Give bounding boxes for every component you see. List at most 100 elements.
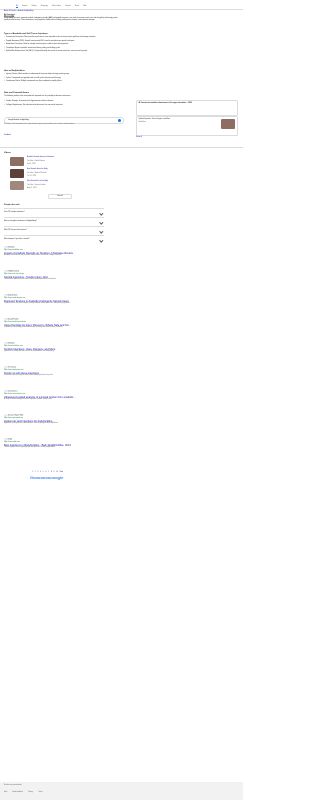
ai-feedback-link[interactable]: Feedback	[4, 135, 11, 137]
result-site: Healthline	[7, 247, 15, 249]
ai-side-source-title: Synthol Injections: Uses, Dangers, and M…	[138, 118, 171, 120]
section-harms-list: Cardiac Damage: Increased risk of hypert…	[4, 101, 122, 107]
site-favicon	[4, 318, 7, 321]
tab-short-videos[interactable]: Short videos	[52, 5, 61, 8]
paa-question-text: What PIP do you feel soreness?	[4, 229, 27, 231]
send-icon[interactable]	[118, 119, 121, 122]
video-thumbnail[interactable]	[10, 169, 24, 178]
followup-search-input[interactable]: Google Anabolic bodybuilding	[8, 120, 29, 122]
list-item: Nandrolone Decanoate: Used for strength …	[4, 44, 122, 46]
footer-link-privacy[interactable]: Privacy	[28, 792, 33, 794]
result-site: The Doctors	[7, 367, 17, 369]
pagination-pages: 1 2 3 4 5 6 7 8 9 10 Next	[32, 472, 63, 473]
page-link[interactable]: 8	[51, 472, 52, 473]
list-item: Combination Stacks: Multiple compounds a…	[4, 81, 122, 83]
paa-list: Does PIP needle numbness? How to strengt…	[4, 208, 104, 244]
list-item: Cycles: Compounds are typically used in …	[4, 78, 122, 80]
paa-title: People also ask	[4, 204, 20, 206]
ai-overview-label: AI Overview	[4, 14, 15, 16]
video-date: Feb 3, 2024	[27, 163, 36, 165]
paa-question[interactable]: What PIP do you feel soreness?	[4, 226, 104, 235]
chevron-down-icon	[99, 238, 104, 242]
video-thumbnail[interactable]	[10, 157, 24, 166]
search-result: Medical News https://www.medicalnews.com…	[4, 294, 124, 305]
tab-videos[interactable]: Videos	[31, 5, 36, 8]
result-snippet: Local steroid injections have been linke…	[4, 279, 57, 281]
tab-forums[interactable]: Forums	[65, 5, 71, 8]
result-site: Reddit	[7, 439, 13, 441]
ai-overview-paragraph: Bodybuilding injections, primarily anabo…	[4, 18, 118, 22]
video-date: Oct 12, 2023	[27, 175, 37, 177]
result-site: Medical News	[7, 295, 18, 297]
result-snippet: Soft tissue injections may be used to tr…	[4, 375, 54, 377]
site-favicon	[4, 414, 7, 417]
chevron-down-icon	[99, 220, 104, 224]
next-page-link[interactable]: Next	[60, 472, 63, 473]
tab-shopping[interactable]: Shopping	[41, 5, 48, 8]
page-link[interactable]: 6	[45, 472, 46, 473]
page-link[interactable]: 4	[40, 472, 41, 473]
page-link[interactable]: 2	[35, 472, 36, 473]
footer-link-terms[interactable]: Terms	[38, 792, 42, 794]
tab-news[interactable]: News	[75, 5, 79, 8]
page-link[interactable]: 7	[48, 472, 49, 473]
result-snippet: Synthol is an oil injected into muscles …	[4, 351, 55, 353]
search-tabs: All Images Videos Shopping Short videos …	[16, 5, 87, 8]
list-item: Testosterone Derivatives: Most used for …	[4, 37, 122, 39]
paa-question-text: Does PIP needle numbness?	[4, 211, 25, 213]
list-item: Injection Routes: Most steroids are admi…	[4, 74, 122, 76]
footer-location: Results are personalized	[4, 785, 22, 786]
page-link[interactable]: 10	[56, 472, 58, 473]
pagination-logo-text: Goooooooooogle	[30, 475, 64, 480]
page-link[interactable]: 3	[37, 472, 38, 473]
video-title[interactable]: What Steroids Do to the Body	[27, 181, 97, 183]
google-logo[interactable]: Google	[4, 4, 14, 18]
site-favicon	[4, 270, 7, 273]
show-all-link[interactable]: Show all	[136, 137, 142, 139]
result-site: Journal of Sports Med	[7, 415, 24, 417]
paa-question[interactable]: How to strengthen numbness of bodybuildi…	[4, 217, 104, 226]
section-how-list: Injection Routes: Most steroids are admi…	[4, 74, 122, 83]
videos-title: Videos	[4, 152, 11, 154]
footer-link-feedback[interactable]: Send feedback	[12, 792, 23, 794]
tab-all[interactable]: All	[16, 5, 18, 8]
result-snippet: Community discussion regarding injection…	[4, 447, 56, 449]
site-favicon	[4, 246, 7, 249]
tab-web[interactable]: Web	[83, 5, 86, 8]
paa-question[interactable]: What happens if you take a steroid?	[4, 235, 104, 244]
video-title[interactable]: How Steroids Harm the Body	[27, 169, 97, 171]
ai-disclaimer: Disclaimer: This information is for educ…	[4, 124, 75, 125]
search-result: Healthline https://www.healthline.com Sy…	[4, 342, 124, 353]
section-harms-text: The following outlines risks associated …	[4, 96, 71, 97]
page-link[interactable]: 9	[54, 472, 55, 473]
search-result: The Doctors https://www.thedoctors.com T…	[4, 366, 124, 377]
search-result: Reddit https://www.reddit.com Best Injec…	[4, 438, 124, 449]
video-thumbnail[interactable]	[10, 181, 24, 190]
section-types-title: Types of Anabolic and Self-Tissue Inject…	[4, 33, 48, 35]
ai-side-source-card[interactable]: Synthol Injections: Uses, Dangers, and M…	[136, 116, 238, 136]
footer-link-help[interactable]: Help	[4, 792, 7, 794]
result-site: Harvard Health	[7, 319, 19, 321]
search-result: ScienceDirect https://www.sciencedirect.…	[4, 390, 124, 401]
tab-images[interactable]: Images	[22, 5, 28, 8]
ai-side-card[interactable]: AI Overview for anabolic enhancement of …	[136, 100, 238, 116]
section-types-list: Testosterone Derivatives: Most used for …	[4, 37, 122, 54]
list-item: Cardiac Damage: Increased risk of hypert…	[4, 101, 122, 103]
paa-question[interactable]: Does PIP needle numbness?	[4, 208, 104, 217]
followup-search-bar[interactable]: Google Anabolic bodybuilding	[4, 117, 124, 124]
video-title[interactable]: Anabolic Steroids Injection Techniques	[27, 157, 97, 159]
result-snippet: Anabolic steroid abuse may increase tend…	[4, 255, 62, 257]
list-item: Peptide Hormones (PED): Growth hormone a…	[4, 41, 122, 43]
result-site: Healthline	[7, 343, 15, 345]
page-link[interactable]: 5	[43, 472, 44, 473]
chevron-down-icon	[99, 229, 104, 233]
view-all-videos-button[interactable]: View all	[48, 194, 72, 199]
result-snippet: Hyaluronic acid injections are sometimes…	[4, 423, 58, 425]
site-favicon	[4, 342, 7, 345]
list-item: Collagen Supplements: Site infections an…	[4, 105, 122, 107]
ai-overview-intro[interactable]: About 420 results · Anabolic bodybuildin…	[4, 11, 33, 13]
list-item: Trenbolone: A potent synthetic steroid u…	[4, 48, 122, 50]
result-site: PubMed Central	[7, 271, 20, 273]
paa-question-text: How to strengthen numbness of bodybuildi…	[4, 220, 37, 222]
page-footer: Results are personalized Help Send feedb…	[0, 782, 243, 800]
